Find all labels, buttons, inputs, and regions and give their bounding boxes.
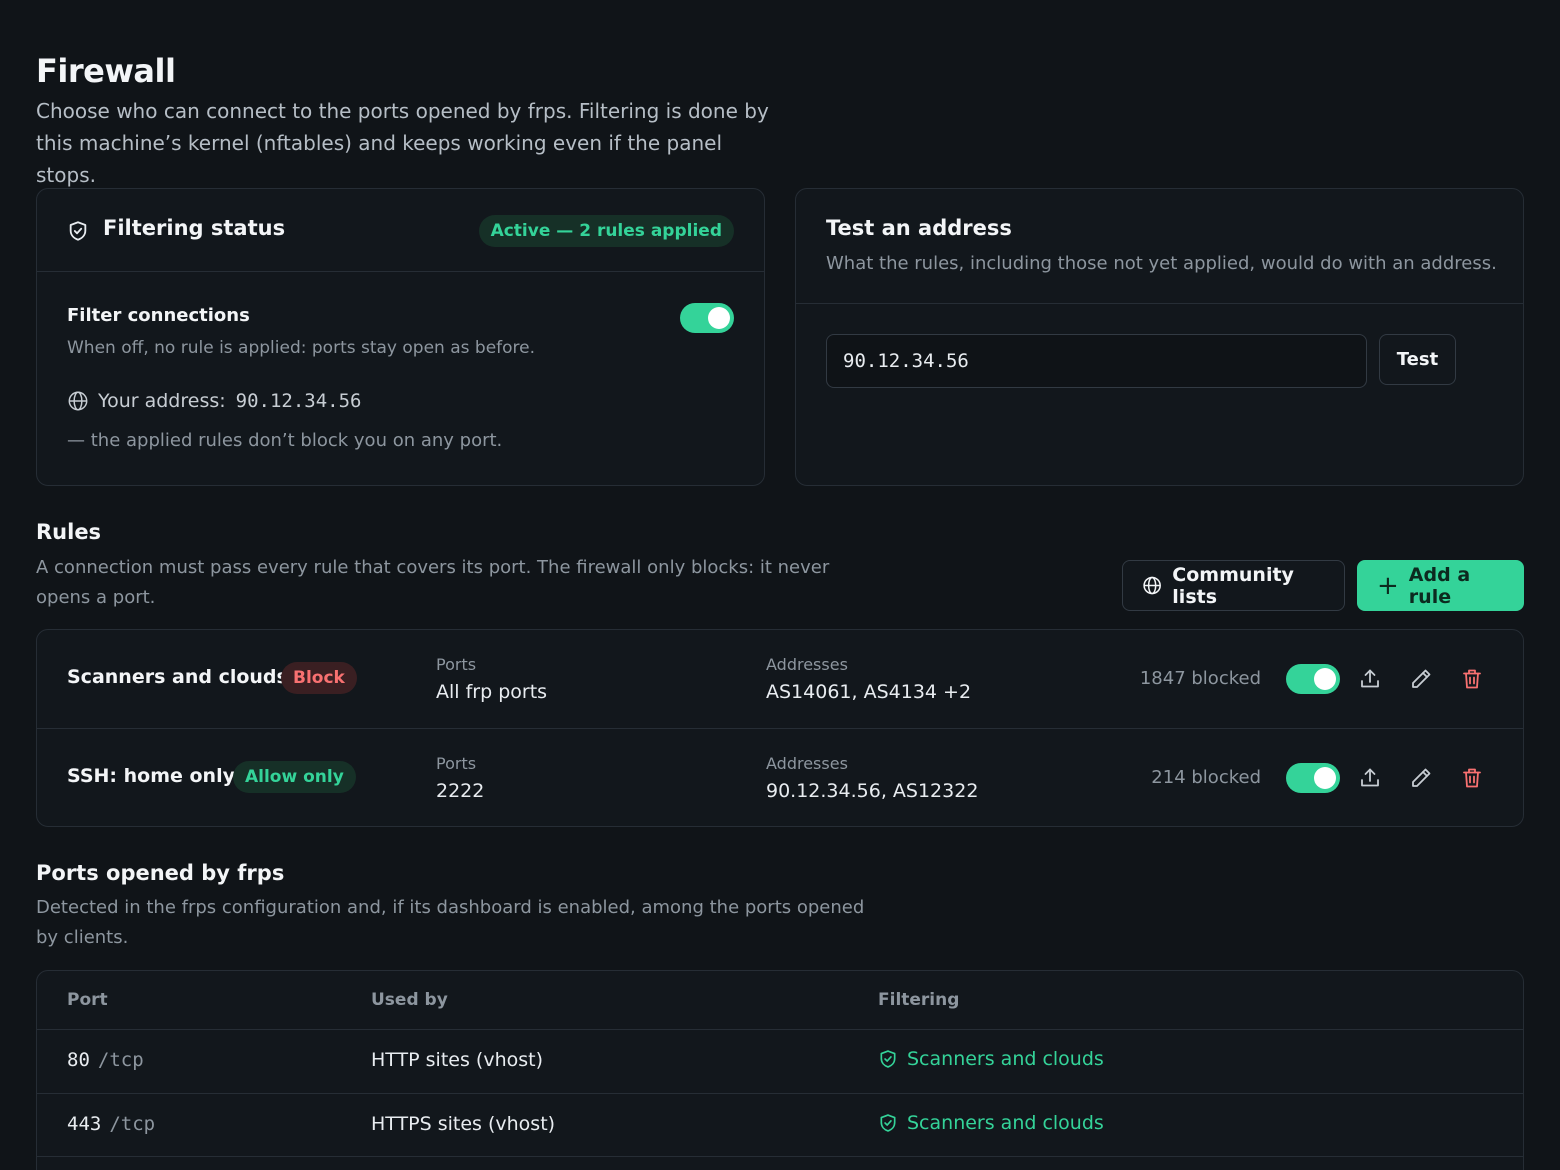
rule-addresses-label: Addresses	[766, 655, 848, 674]
globe-icon	[68, 391, 88, 411]
delete-rule-button[interactable]	[1458, 764, 1486, 792]
delete-rule-button[interactable]	[1458, 665, 1486, 693]
filtering-status-title: Filtering status	[103, 216, 286, 240]
port-number: 443	[67, 1113, 102, 1135]
table-row: 80/tcp HTTP sites (vhost) Scanners and c…	[37, 1030, 1523, 1093]
page-description: Choose who can connect to the ports open…	[36, 99, 769, 187]
export-rule-button[interactable]	[1356, 764, 1384, 792]
port-number: 80	[67, 1049, 90, 1071]
filter-connections-toggle[interactable]	[680, 303, 734, 333]
port-cell: 80/tcp	[67, 1049, 144, 1071]
trash-icon	[1463, 669, 1481, 689]
export-rule-button[interactable]	[1356, 665, 1384, 693]
ports-description: Detected in the frps configuration and, …	[36, 897, 865, 948]
used-by-cell: HTTP sites (vhost)	[371, 1049, 544, 1071]
filtering-cell[interactable]: Scanners and clouds	[878, 1048, 1104, 1070]
column-header-filtering: Filtering	[878, 990, 960, 1010]
shield-check-icon	[880, 1114, 896, 1132]
pencil-icon	[1412, 669, 1431, 688]
rule-ports-label: Ports	[436, 754, 477, 773]
rule-action-badge: Allow only	[233, 761, 356, 793]
shield-check-icon	[880, 1050, 896, 1068]
your-address-note: — the applied rules don’t block you on a…	[67, 430, 503, 451]
add-rule-label: Add a rule	[1408, 563, 1471, 608]
filter-connections-label: Filter connections	[67, 305, 250, 326]
upload-icon	[1361, 768, 1379, 787]
status-badge: Active — 2 rules applied	[478, 215, 734, 247]
rule-addresses-label: Addresses	[766, 754, 848, 773]
community-lists-label: Community lists	[1172, 563, 1294, 608]
your-address-value: 90.12.34.56	[235, 390, 362, 412]
edit-rule-button[interactable]	[1407, 764, 1435, 792]
rule-blocked-count: 214 blocked	[1151, 767, 1261, 788]
add-rule-button[interactable]: + Add a rule	[1357, 560, 1524, 611]
filtering-rule-name: Scanners and clouds	[907, 1112, 1104, 1134]
rule-name: SSH: home only	[67, 765, 235, 787]
port-protocol: /tcp	[97, 1049, 144, 1071]
ports-title: Ports opened by frps	[36, 861, 285, 885]
rule-enabled-toggle[interactable]	[1286, 664, 1340, 694]
test-address-description: What the rules, including those not yet …	[826, 253, 1497, 274]
test-address-input[interactable]	[826, 334, 1367, 388]
filtering-status-card: Filtering status Active — 2 rules applie…	[36, 188, 765, 486]
rule-blocked-count: 1847 blocked	[1139, 668, 1261, 689]
filter-connections-hint: When off, no rule is applied: ports stay…	[67, 338, 536, 358]
rule-row[interactable]: SSH: home only Allow only Ports 2222 Add…	[37, 728, 1523, 826]
rule-name: Scanners and clouds	[67, 666, 288, 688]
rules-title: Rules	[36, 520, 102, 544]
rule-ports-value: All frp ports	[436, 681, 548, 703]
rule-enabled-toggle[interactable]	[1286, 763, 1340, 793]
rule-action-badge: Block	[281, 662, 357, 694]
trash-icon	[1463, 768, 1481, 788]
upload-icon	[1361, 669, 1379, 688]
used-by-cell: HTTPS sites (vhost)	[371, 1113, 556, 1135]
page-title: Firewall	[36, 52, 176, 90]
column-header-used-by: Used by	[371, 990, 448, 1010]
rule-addresses-value: 90.12.34.56, AS12322	[766, 780, 979, 802]
your-address-label: Your address:	[98, 390, 226, 412]
test-address-card: Test an address What the rules, includin…	[795, 188, 1524, 486]
filtering-status-header: Filtering status Active — 2 rules applie…	[37, 189, 764, 272]
your-address-row: Your address: 90.12.34.56	[67, 390, 362, 412]
plus-icon: +	[1377, 570, 1399, 601]
filtering-rule-name: Scanners and clouds	[907, 1048, 1104, 1070]
table-row	[37, 1156, 1523, 1170]
pencil-icon	[1412, 768, 1431, 787]
test-button[interactable]: Test	[1379, 334, 1456, 385]
column-header-port: Port	[67, 990, 108, 1010]
rules-list: Scanners and clouds Block Ports All frp …	[36, 629, 1524, 827]
rules-description: A connection must pass every rule that c…	[36, 557, 830, 608]
edit-rule-button[interactable]	[1407, 665, 1435, 693]
rule-addresses-value: AS14061, AS4134 +2	[766, 681, 972, 703]
test-address-title: Test an address	[826, 216, 1012, 240]
community-lists-button[interactable]: Community lists	[1122, 560, 1345, 611]
shield-check-icon	[69, 221, 87, 241]
rule-row[interactable]: Scanners and clouds Block Ports All frp …	[37, 630, 1523, 728]
filtering-cell[interactable]: Scanners and clouds	[878, 1112, 1104, 1134]
globe-icon	[1143, 576, 1161, 595]
ports-table: Port Used by Filtering 80/tcp HTTP sites…	[36, 970, 1524, 1170]
test-address-header: Test an address What the rules, includin…	[796, 189, 1523, 304]
rule-ports-label: Ports	[436, 655, 477, 674]
rule-ports-value: 2222	[436, 780, 485, 802]
table-row: 443/tcp HTTPS sites (vhost) Scanners and…	[37, 1093, 1523, 1156]
port-cell: 443/tcp	[67, 1113, 155, 1135]
port-protocol: /tcp	[109, 1113, 156, 1135]
